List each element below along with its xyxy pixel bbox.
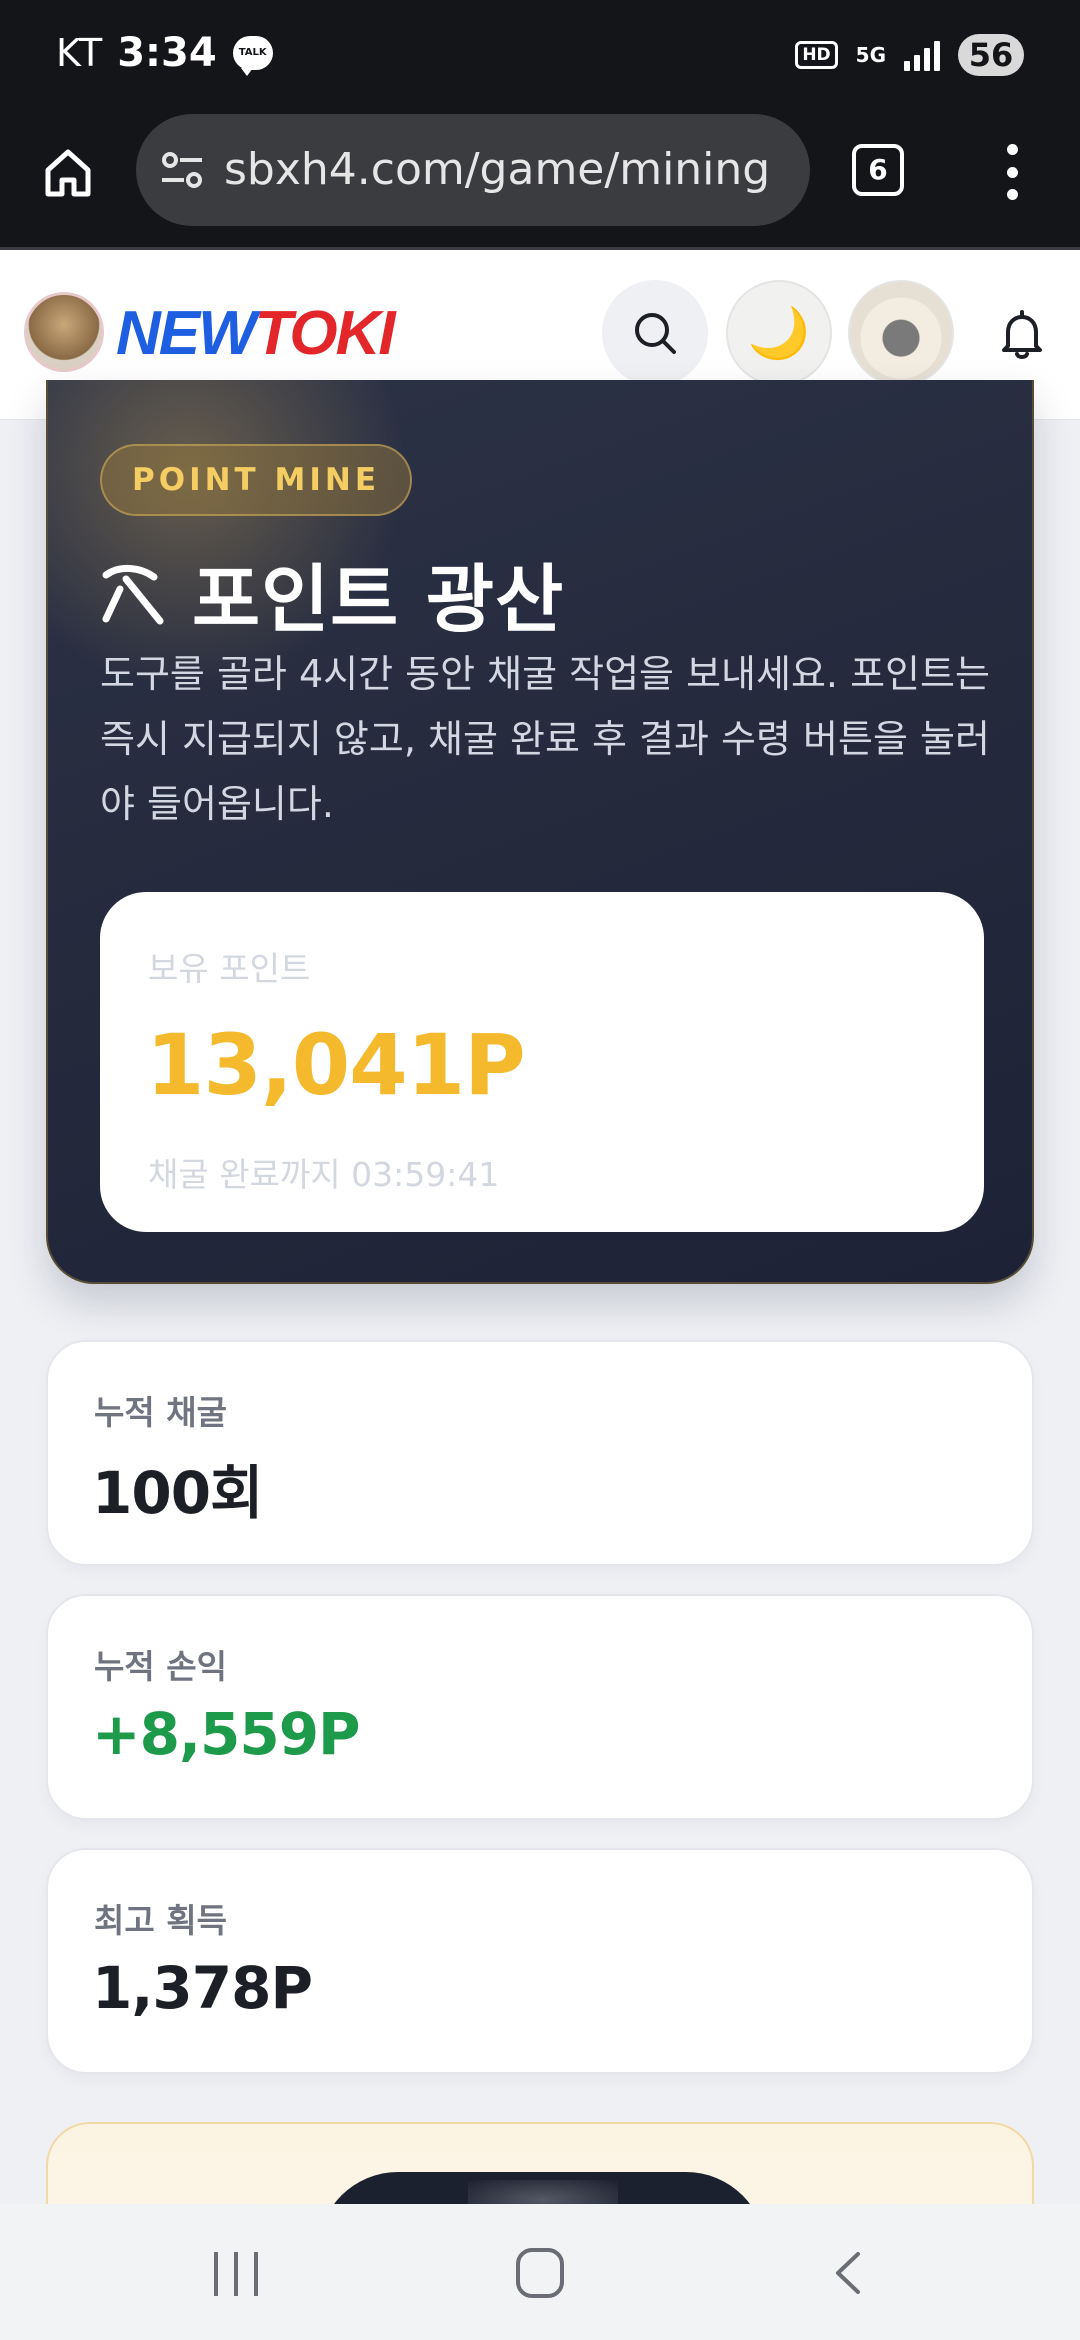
battery-indicator: 56 [958,34,1024,76]
system-nav-bar [0,2204,1080,2340]
status-bar: KT 3:34 TALK HD 5G 56 [0,0,1080,114]
bell-icon[interactable] [994,306,1050,362]
nav-recent-icon[interactable] [214,2252,258,2296]
carrier-label: KT [56,31,104,75]
signal-icon [904,39,940,71]
hd-voice-icon: HD [795,41,838,69]
address-bar[interactable]: sbxh4.com/game/mining [136,114,810,226]
theme-toggle-button[interactable]: 🌙 [726,280,832,386]
logo-part-new: NEW [116,299,257,368]
profile-avatar[interactable] [848,280,954,386]
status-left: KT 3:34 TALK [56,30,273,76]
stat-value: 100회 [92,1459,263,1527]
balance-label: 보유 포인트 [148,949,311,988]
mining-countdown: 채굴 완료까지 03:59:41 [148,1155,500,1194]
balance-card: 보유 포인트 13,041P 채굴 완료까지 03:59:41 [100,892,984,1232]
url-text[interactable]: sbxh4.com/game/mining [224,144,770,195]
page-title: 포인트 광산 [100,540,564,647]
logo-mascot-icon[interactable] [24,292,104,372]
hero-description: 도구를 골라 4시간 동안 채굴 작업을 보내세요. 포인트는 즉시 지급되지 … [100,652,990,826]
search-icon [635,313,676,354]
stat-value: 1,378P [92,1954,313,2022]
page-title-text: 포인트 광산 [192,557,565,643]
clock: 3:34 [117,30,217,76]
stat-label: 누적 채굴 [94,1393,227,1432]
site-logo[interactable]: NEWTOKI [116,298,396,369]
stat-label: 최고 획득 [94,1901,227,1940]
home-icon[interactable] [40,144,96,200]
stat-card-total-profit: 누적 손익 +8,559P [46,1594,1034,1820]
nav-home-icon[interactable] [516,2248,564,2298]
logo-part-toki: TOKI [254,299,396,368]
pickaxe-icon [102,564,164,624]
stat-label: 누적 손익 [94,1647,227,1686]
balance-value: 13,041P [146,1016,526,1114]
browser-toolbar: sbxh4.com/game/mining 6 [0,114,1080,250]
point-mine-hero: POINT MINE 포인트 광산 도구를 골라 4시간 동안 채굴 작업을 보… [46,380,1034,1284]
stat-card-best-gain: 최고 획득 1,378P [46,1848,1034,2074]
stat-value: +8,559P [92,1700,361,1768]
status-right: HD 5G 56 [795,34,1024,76]
network-type-icon: 5G [855,43,886,67]
search-button[interactable] [602,280,708,386]
moon-icon: 🌙 [747,304,811,362]
point-mine-badge: POINT MINE [100,444,412,516]
site-settings-icon[interactable] [158,146,206,194]
tabs-icon[interactable]: 6 [852,144,904,196]
nav-back-icon[interactable] [826,2250,870,2296]
stat-card-total-mines: 누적 채굴 100회 [46,1340,1034,1566]
kakaotalk-notification-icon: TALK [232,36,273,76]
more-menu-icon[interactable] [1000,144,1024,200]
